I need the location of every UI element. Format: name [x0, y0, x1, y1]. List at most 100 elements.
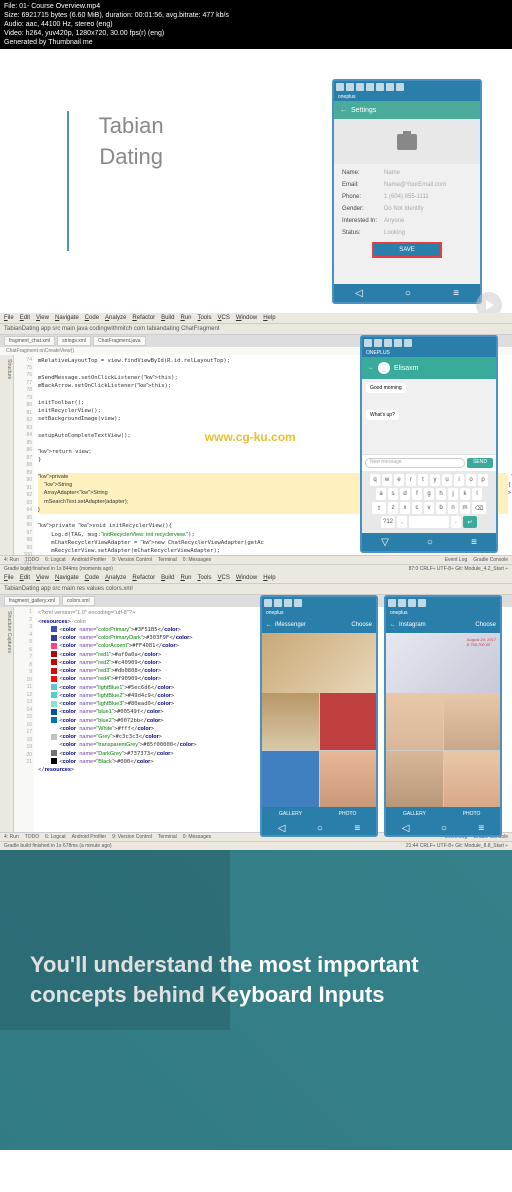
- menu-analyze[interactable]: Analyze: [105, 315, 126, 321]
- tab-gallery[interactable]: GALLERY: [386, 807, 443, 821]
- enter-key[interactable]: ↵: [463, 516, 477, 528]
- gallery-item[interactable]: [444, 693, 501, 750]
- key-l[interactable]: l: [472, 488, 482, 500]
- menu-window[interactable]: Window: [236, 315, 257, 321]
- tab-photo[interactable]: PHOTO: [443, 807, 500, 821]
- menu-run[interactable]: Run: [180, 315, 191, 321]
- tab-colors[interactable]: colors.xml: [62, 596, 95, 606]
- profile-photo-area[interactable]: [334, 119, 480, 164]
- menu-vcs[interactable]: VCS: [217, 315, 229, 321]
- key-a[interactable]: a: [376, 488, 386, 500]
- key-c[interactable]: c: [412, 502, 422, 514]
- key-j[interactable]: j: [448, 488, 458, 500]
- menu-analyze[interactable]: Analyze: [105, 575, 126, 581]
- key-u[interactable]: u: [442, 474, 452, 486]
- tab-profiler[interactable]: Android Profiler: [72, 834, 106, 840]
- menu-view[interactable]: View: [36, 575, 49, 581]
- save-button[interactable]: SAVE: [372, 242, 442, 258]
- key-v[interactable]: v: [424, 502, 434, 514]
- key-r[interactable]: r: [406, 474, 416, 486]
- gallery-item[interactable]: [262, 751, 319, 808]
- key-d[interactable]: d: [400, 488, 410, 500]
- tab-messages[interactable]: 0: Messages: [183, 557, 211, 563]
- nav-home-icon[interactable]: ○: [317, 823, 323, 834]
- nav-home-icon[interactable]: ○: [427, 537, 433, 548]
- value-name[interactable]: Name: [384, 170, 472, 176]
- nav-home-icon[interactable]: ○: [405, 288, 411, 299]
- key-z[interactable]: z: [388, 502, 398, 514]
- gallery-grid[interactable]: [262, 693, 376, 807]
- tab-gallery[interactable]: GALLERY: [262, 807, 319, 821]
- key-e[interactable]: e: [394, 474, 404, 486]
- key-o[interactable]: o: [466, 474, 476, 486]
- tab-vcs[interactable]: 9: Version Control: [112, 557, 152, 563]
- key-b[interactable]: b: [436, 502, 446, 514]
- tab-terminal[interactable]: Terminal: [158, 834, 177, 840]
- menu-tools[interactable]: Tools: [197, 315, 211, 321]
- key-w[interactable]: w: [382, 474, 392, 486]
- gallery-item[interactable]: [262, 693, 319, 750]
- tab-terminal[interactable]: Terminal: [158, 557, 177, 563]
- key-i[interactable]: i: [454, 474, 464, 486]
- menu-file[interactable]: File: [4, 575, 14, 581]
- menu-build[interactable]: Build: [161, 315, 174, 321]
- value-email[interactable]: Name@YourEmail.com: [384, 182, 472, 188]
- nav-menu-icon[interactable]: ≡: [354, 823, 360, 834]
- tab-strings[interactable]: strings.xml: [57, 336, 91, 346]
- gallery-item[interactable]: [386, 693, 443, 750]
- key-n[interactable]: n: [448, 502, 458, 514]
- tab-todo[interactable]: TODO: [25, 834, 39, 840]
- menu-edit[interactable]: Edit: [20, 315, 30, 321]
- nav-menu-icon[interactable]: ≡: [453, 288, 459, 299]
- menu-help[interactable]: Help: [263, 315, 275, 321]
- gallery-item[interactable]: [386, 751, 443, 808]
- key-s[interactable]: s: [388, 488, 398, 500]
- tab-todo[interactable]: TODO: [25, 557, 39, 563]
- key-p[interactable]: p: [478, 474, 488, 486]
- key-m[interactable]: m: [460, 502, 470, 514]
- back-arrow-icon[interactable]: ←: [266, 622, 272, 628]
- menu-window[interactable]: Window: [236, 575, 257, 581]
- tab-run[interactable]: 4: Run: [4, 834, 19, 840]
- menu-view[interactable]: View: [36, 315, 49, 321]
- back-arrow-icon[interactable]: ←: [340, 107, 347, 114]
- key-q[interactable]: q: [370, 474, 380, 486]
- tab-chatfragment[interactable]: ChatFragment.java: [93, 336, 146, 346]
- ide-left-sidebar[interactable]: Structure: [0, 355, 14, 555]
- chat-messages[interactable]: Good morning What's up?: [362, 379, 496, 454]
- shift-key[interactable]: ⇧: [372, 502, 386, 514]
- gallery-grid[interactable]: [386, 693, 500, 807]
- tab-fragment-gallery[interactable]: fragment_gallery.xml: [4, 596, 60, 606]
- value-phone[interactable]: 1 (604) 855-1111: [384, 194, 472, 200]
- value-interested[interactable]: Anyone: [384, 218, 472, 224]
- nav-menu-icon[interactable]: ≡: [471, 537, 477, 548]
- back-arrow-icon[interactable]: ←: [368, 365, 374, 371]
- key-f[interactable]: f: [412, 488, 422, 500]
- menu-refactor[interactable]: Refactor: [132, 315, 155, 321]
- back-arrow-icon[interactable]: ←: [390, 622, 396, 628]
- choose-button[interactable]: Choose: [475, 622, 496, 628]
- nav-back-icon[interactable]: ◁: [278, 823, 286, 834]
- tab-fragment-chat[interactable]: fragment_chat.xml: [4, 336, 55, 346]
- comma-key[interactable]: ,: [397, 516, 407, 528]
- menu-build[interactable]: Build: [161, 575, 174, 581]
- key-t[interactable]: t: [418, 474, 428, 486]
- soft-keyboard[interactable]: qwertyuiop asdfghjkl ⇧ zxcvbnm ⌫ ?12 , .…: [362, 471, 496, 533]
- value-status[interactable]: Looking: [384, 230, 472, 236]
- key-k[interactable]: k: [460, 488, 470, 500]
- nav-home-icon[interactable]: ○: [441, 823, 447, 834]
- space-key[interactable]: [409, 516, 449, 528]
- menu-tools[interactable]: Tools: [197, 575, 211, 581]
- tab-gradle-console[interactable]: Gradle Console: [473, 557, 508, 563]
- tab-photo[interactable]: PHOTO: [319, 807, 376, 821]
- ide-left-sidebar[interactable]: Structure Captures: [0, 607, 14, 832]
- menu-file[interactable]: File: [4, 315, 14, 321]
- key-g[interactable]: g: [424, 488, 434, 500]
- menu-navigate[interactable]: Navigate: [55, 315, 79, 321]
- nav-back-icon[interactable]: ◁: [355, 288, 363, 299]
- ide-menubar[interactable]: File Edit View Navigate Code Analyze Ref…: [0, 573, 512, 584]
- tab-run[interactable]: 4: Run: [4, 557, 19, 563]
- tab-logcat[interactable]: 6: Logcat: [45, 557, 66, 563]
- value-gender[interactable]: Do Not Identify: [384, 206, 472, 212]
- menu-help[interactable]: Help: [263, 575, 275, 581]
